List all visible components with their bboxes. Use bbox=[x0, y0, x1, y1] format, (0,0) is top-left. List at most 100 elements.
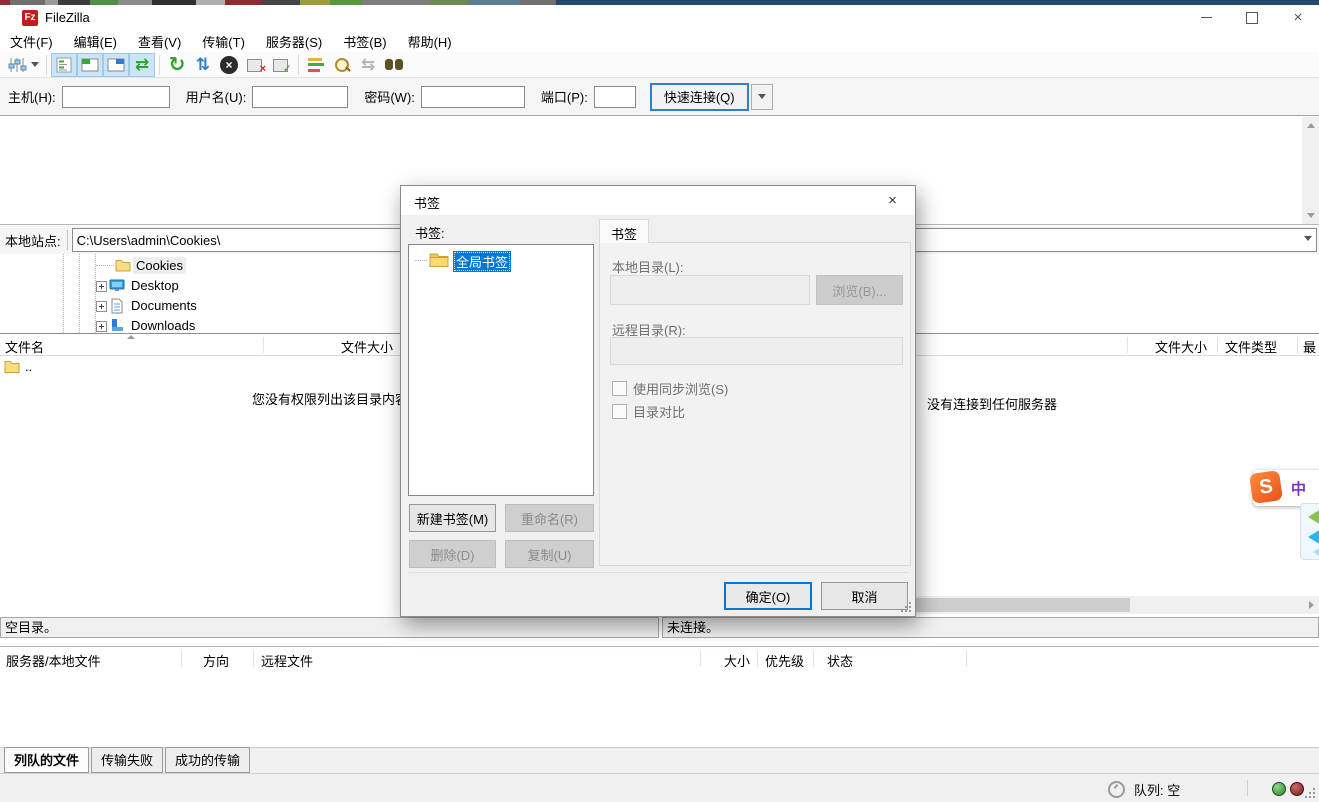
column-size[interactable]: 大小 bbox=[700, 651, 750, 670]
tab-queued-files[interactable]: 列队的文件 bbox=[4, 747, 89, 773]
menu-help[interactable]: 帮助(H) bbox=[398, 30, 462, 53]
documents-icon bbox=[110, 298, 124, 314]
maximize-button[interactable] bbox=[1232, 5, 1272, 30]
username-input[interactable] bbox=[252, 86, 348, 108]
minimize-button[interactable] bbox=[1186, 5, 1226, 30]
expand-plus-icon[interactable] bbox=[96, 281, 107, 292]
chevron-down-icon bbox=[758, 94, 766, 99]
disconnect-button[interactable]: × bbox=[242, 53, 268, 77]
column-divider[interactable] bbox=[966, 651, 967, 667]
statusbar: 队列: 空 bbox=[0, 773, 1319, 802]
quickconnect-button[interactable]: 快速连接(Q) bbox=[650, 83, 749, 111]
expand-plus-icon[interactable] bbox=[96, 321, 107, 332]
process-queue-icon: ⇅ bbox=[196, 56, 210, 73]
dialog-close-button[interactable]: × bbox=[870, 186, 915, 215]
column-direction[interactable]: 方向 bbox=[203, 651, 229, 670]
toggle-local-tree-button[interactable] bbox=[77, 53, 103, 77]
message-log-icon bbox=[55, 56, 73, 74]
synchronized-browsing-button[interactable]: ⇆ bbox=[355, 53, 381, 77]
process-queue-button[interactable]: ⇅ bbox=[190, 53, 216, 77]
toolbar-separator bbox=[159, 55, 160, 75]
scroll-down-icon[interactable] bbox=[1302, 207, 1319, 224]
cancel-button[interactable]: 取消 bbox=[821, 582, 908, 610]
bookmark-item-global[interactable]: 全局书签 bbox=[453, 251, 511, 272]
directory-comparison-icon bbox=[333, 56, 351, 74]
expand-plus-icon[interactable] bbox=[96, 301, 107, 312]
sogou-logo-icon[interactable]: S bbox=[1249, 470, 1283, 504]
column-divider[interactable] bbox=[813, 651, 814, 667]
column-filesize[interactable]: 文件大小 bbox=[263, 337, 393, 356]
bookmarks-tree-label: 书签: bbox=[415, 223, 445, 242]
column-divider[interactable] bbox=[1217, 337, 1218, 353]
maximize-icon bbox=[1246, 12, 1258, 24]
ime-toolbar[interactable]: S 中 bbox=[1253, 470, 1319, 506]
status-green-dot-icon bbox=[1272, 782, 1286, 796]
column-server-local-file[interactable]: 服务器/本地文件 bbox=[6, 651, 101, 670]
speed-gauge-icon[interactable] bbox=[1108, 781, 1125, 798]
menu-server[interactable]: 服务器(S) bbox=[256, 30, 332, 53]
local-dir-label: 本地目录(L): bbox=[612, 257, 684, 276]
port-input[interactable] bbox=[594, 86, 636, 108]
toggle-message-log-button[interactable] bbox=[51, 53, 77, 77]
bookmarks-tree[interactable]: 全局书签 bbox=[408, 244, 594, 496]
synchronized-browsing-icon: ⇆ bbox=[361, 56, 375, 73]
remote-tree-icon bbox=[107, 56, 125, 74]
status-red-dot-icon bbox=[1290, 782, 1304, 796]
menu-edit[interactable]: 编辑(E) bbox=[64, 30, 127, 53]
close-button[interactable]: × bbox=[1278, 5, 1318, 30]
find-files-button[interactable] bbox=[381, 53, 407, 77]
ime-skin-widget[interactable] bbox=[1300, 503, 1319, 560]
new-bookmark-button[interactable]: 新建书签(M) bbox=[409, 504, 496, 532]
column-remote-file[interactable]: 远程文件 bbox=[261, 651, 313, 670]
reconnect-button[interactable]: ✓ bbox=[268, 53, 294, 77]
column-divider[interactable] bbox=[1297, 337, 1298, 353]
find-files-icon bbox=[385, 59, 403, 71]
toggle-transfer-queue-button[interactable]: ⇄ bbox=[129, 53, 155, 77]
dialog-titlebar[interactable]: 书签 × bbox=[401, 186, 915, 215]
refresh-button[interactable]: ↻ bbox=[164, 53, 190, 77]
column-divider[interactable] bbox=[757, 651, 758, 667]
folder-icon bbox=[115, 258, 131, 272]
column-filetype[interactable]: 文件类型 bbox=[1225, 337, 1277, 356]
menu-bookmarks[interactable]: 书签(B) bbox=[333, 30, 396, 53]
menu-file[interactable]: 文件(F) bbox=[0, 30, 63, 53]
password-input[interactable] bbox=[421, 86, 525, 108]
host-input[interactable] bbox=[62, 86, 170, 108]
password-label: 密码(W): bbox=[364, 87, 415, 106]
downloads-icon bbox=[109, 318, 125, 333]
cancel-operation-button[interactable]: × bbox=[216, 53, 242, 77]
column-status[interactable]: 状态 bbox=[827, 651, 853, 670]
toggle-remote-tree-button[interactable] bbox=[103, 53, 129, 77]
tab-successful-transfers[interactable]: 成功的传输 bbox=[165, 747, 250, 773]
directory-comparison-button[interactable] bbox=[329, 53, 355, 77]
tree-connector bbox=[96, 265, 114, 266]
site-manager-dropdown-icon bbox=[31, 62, 39, 67]
tab-failed-transfers[interactable]: 传输失败 bbox=[91, 747, 163, 773]
site-manager-button[interactable] bbox=[4, 53, 42, 77]
menu-view[interactable]: 查看(V) bbox=[128, 30, 191, 53]
dialog-resize-grip[interactable] bbox=[901, 602, 911, 612]
column-modified[interactable]: 最 bbox=[1303, 337, 1316, 356]
ime-skin-arrows-icon bbox=[1303, 507, 1319, 557]
message-log-scrollbar[interactable] bbox=[1302, 117, 1319, 224]
column-divider[interactable] bbox=[181, 651, 182, 667]
column-filesize[interactable]: 文件大小 bbox=[1127, 337, 1207, 356]
ok-button[interactable]: 确定(O) bbox=[724, 582, 812, 610]
column-divider[interactable] bbox=[253, 651, 254, 667]
bookmarks-dialog: 书签 × 书签: 全局书签 新建书签(M) 重命名(R) 删除(D) 复制(U)… bbox=[400, 185, 916, 617]
scroll-right-icon[interactable] bbox=[1309, 601, 1314, 609]
quickconnect-dropdown-button[interactable] bbox=[751, 84, 773, 110]
column-filename[interactable]: 文件名 bbox=[5, 337, 44, 356]
chevron-down-icon[interactable] bbox=[1304, 236, 1312, 241]
tab-bookmark[interactable]: 书签 bbox=[599, 219, 649, 243]
column-priority[interactable]: 优先级 bbox=[765, 651, 804, 670]
updir-row[interactable]: .. bbox=[4, 359, 32, 374]
scroll-up-icon[interactable] bbox=[1302, 117, 1319, 134]
window-resize-grip[interactable] bbox=[1305, 788, 1315, 798]
filter-icon bbox=[308, 58, 324, 72]
ime-language-indicator[interactable]: 中 bbox=[1291, 478, 1306, 499]
titlebar: Fz FileZilla × bbox=[0, 5, 1319, 30]
menu-transfer[interactable]: 传输(T) bbox=[192, 30, 255, 53]
filter-button[interactable] bbox=[303, 53, 329, 77]
local-site-path: C:\Users\admin\Cookies\ bbox=[77, 233, 221, 248]
